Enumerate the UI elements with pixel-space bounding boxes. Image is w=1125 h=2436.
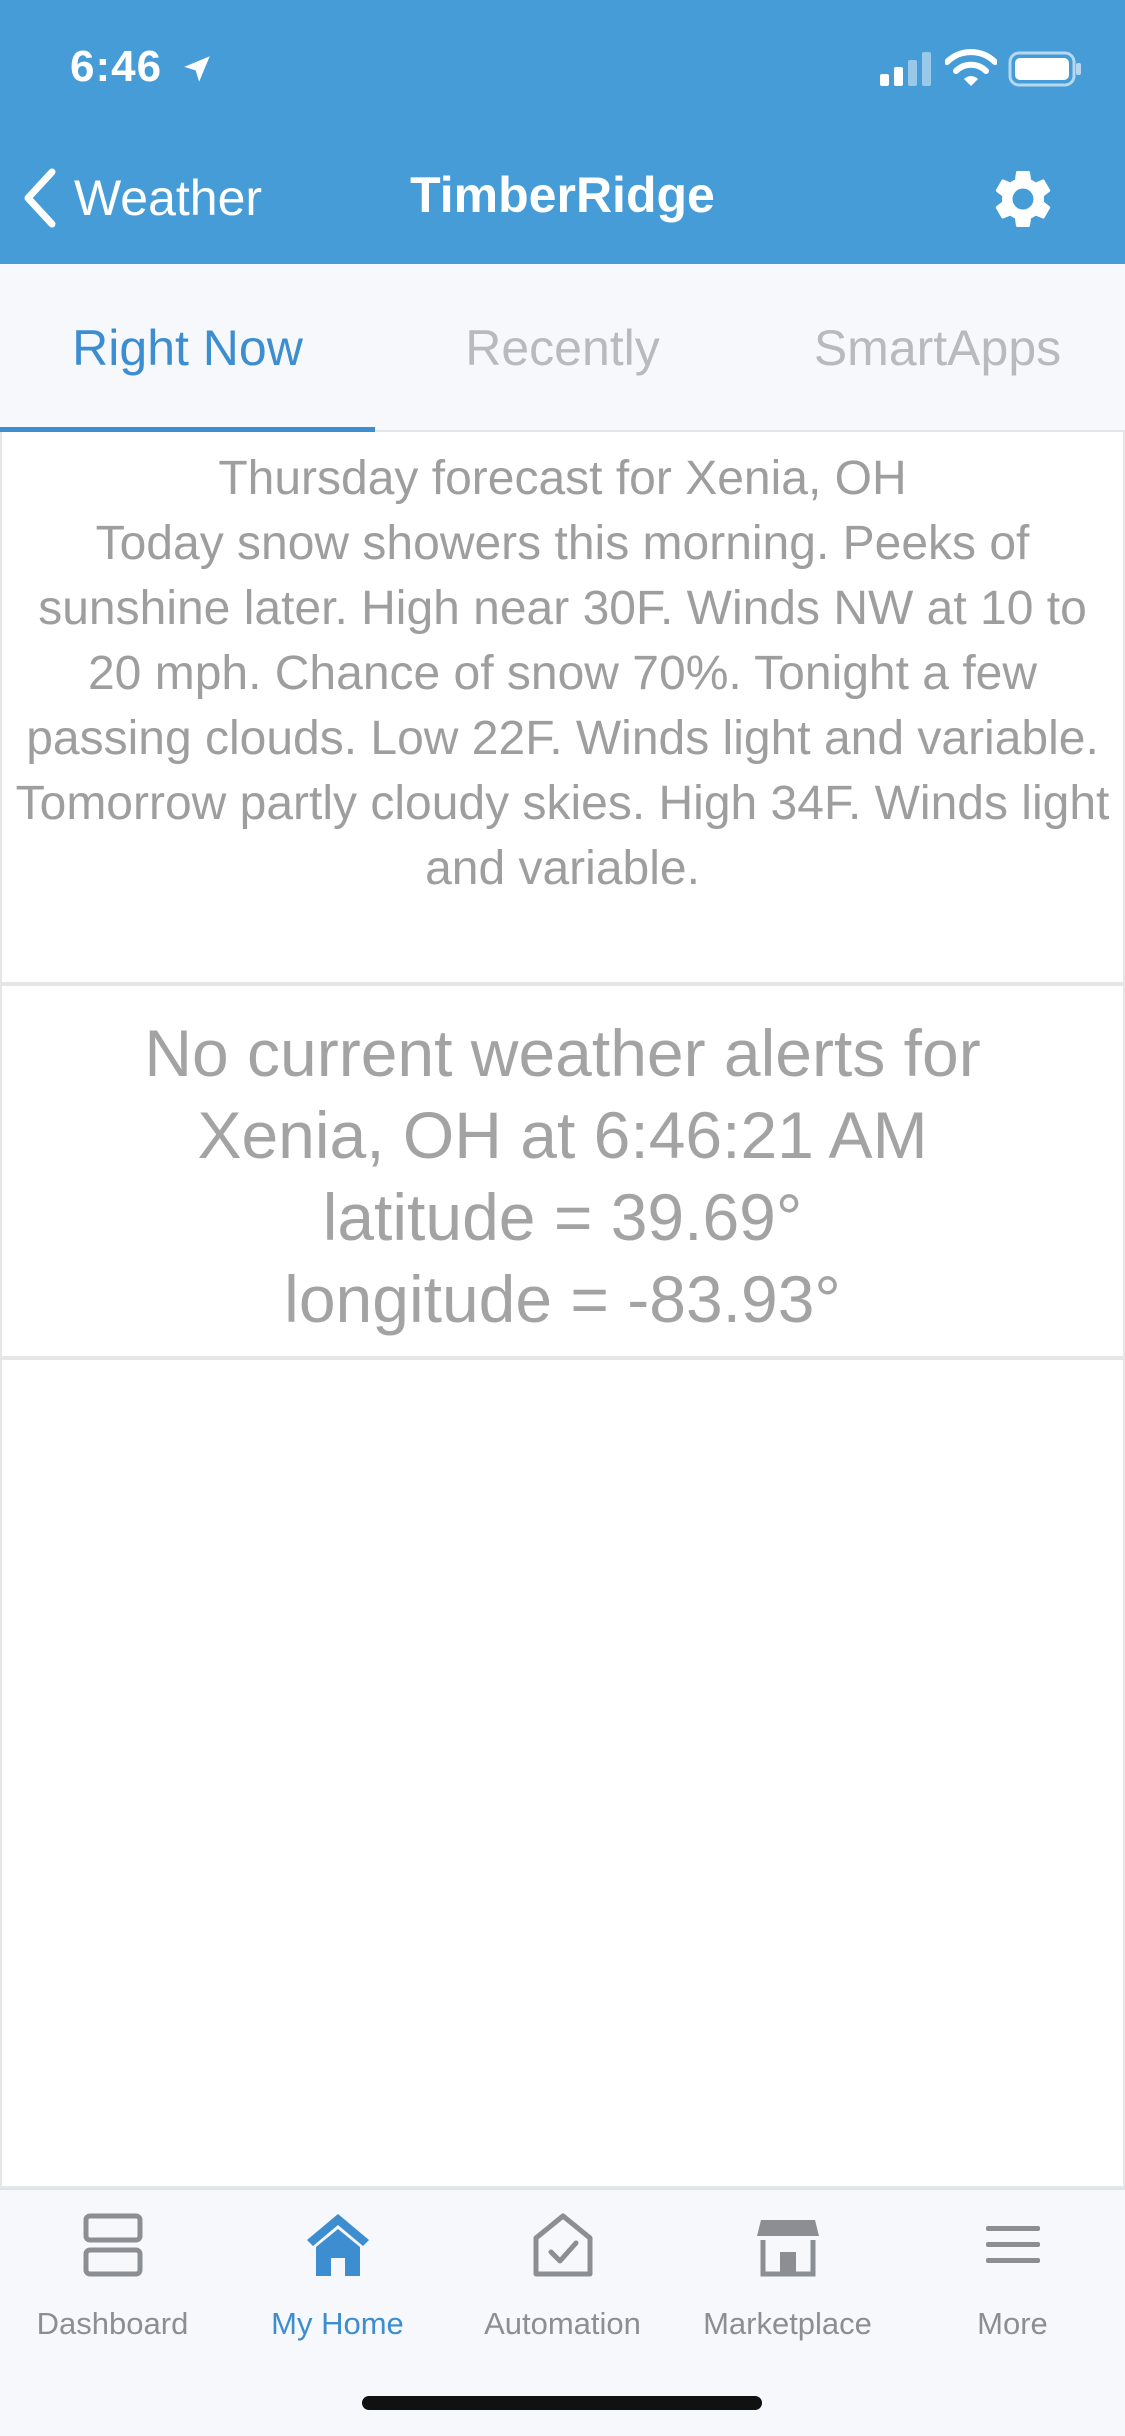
- marketplace-icon: [756, 2220, 819, 2277]
- gear-icon[interactable]: [988, 164, 1058, 234]
- wifi-icon: [945, 49, 997, 86]
- status-time: 6:46: [70, 42, 163, 91]
- alerts-line-1: No current weather alerts for: [144, 1016, 981, 1090]
- cellular-signal-icon: [880, 52, 931, 86]
- home-indicator[interactable]: [362, 2396, 762, 2410]
- segment-tabs: Right Now Recently SmartApps: [0, 264, 1125, 432]
- dashboard-icon: [83, 2213, 142, 2277]
- forecast-text: Today snow showers this morning. Peeks o…: [15, 517, 1110, 895]
- tab-right-now[interactable]: Right Now: [0, 264, 375, 432]
- latitude-text: latitude = 39.69°: [322, 1180, 803, 1254]
- automation-icon: [533, 2213, 592, 2277]
- tabbar-item-automation[interactable]: Automation: [450, 2210, 675, 2342]
- home-icon: [306, 2214, 369, 2276]
- tabbar-item-marketplace[interactable]: Marketplace: [675, 2210, 900, 2342]
- tabbar-item-my-home[interactable]: My Home: [225, 2210, 450, 2342]
- tabbar-label: Marketplace: [703, 2306, 872, 2341]
- tabbar-item-more[interactable]: More: [900, 2210, 1125, 2342]
- tabbar-item-dashboard[interactable]: Dashboard: [0, 2210, 225, 2342]
- page-title: TimberRidge: [410, 167, 715, 223]
- tabbar-label: Automation: [484, 2306, 641, 2341]
- weather-alerts-panel: No current weather alerts for Xenia, OH …: [0, 984, 1125, 1358]
- forecast-heading: Thursday forecast for Xenia, OH: [218, 452, 907, 505]
- tabbar-label: More: [977, 2306, 1048, 2341]
- battery-icon: [1008, 51, 1081, 87]
- tab-smartapps[interactable]: SmartApps: [750, 264, 1125, 430]
- forecast-panel: Thursday forecast for Xenia, OH Today sn…: [0, 432, 1125, 984]
- tab-recently[interactable]: Recently: [375, 264, 750, 430]
- longitude-text: longitude = -83.93°: [284, 1262, 841, 1336]
- tabbar-label: My Home: [271, 2306, 404, 2341]
- location-arrow-icon: [184, 56, 210, 82]
- alerts-line-2: Xenia, OH at 6:46:21 AM: [197, 1098, 928, 1172]
- menu-icon: [985, 2226, 1040, 2263]
- tabbar-label: Dashboard: [36, 2306, 189, 2341]
- app-header: 6:46 Weather TimberRidge: [0, 0, 1125, 264]
- empty-area: [0, 1358, 1125, 2188]
